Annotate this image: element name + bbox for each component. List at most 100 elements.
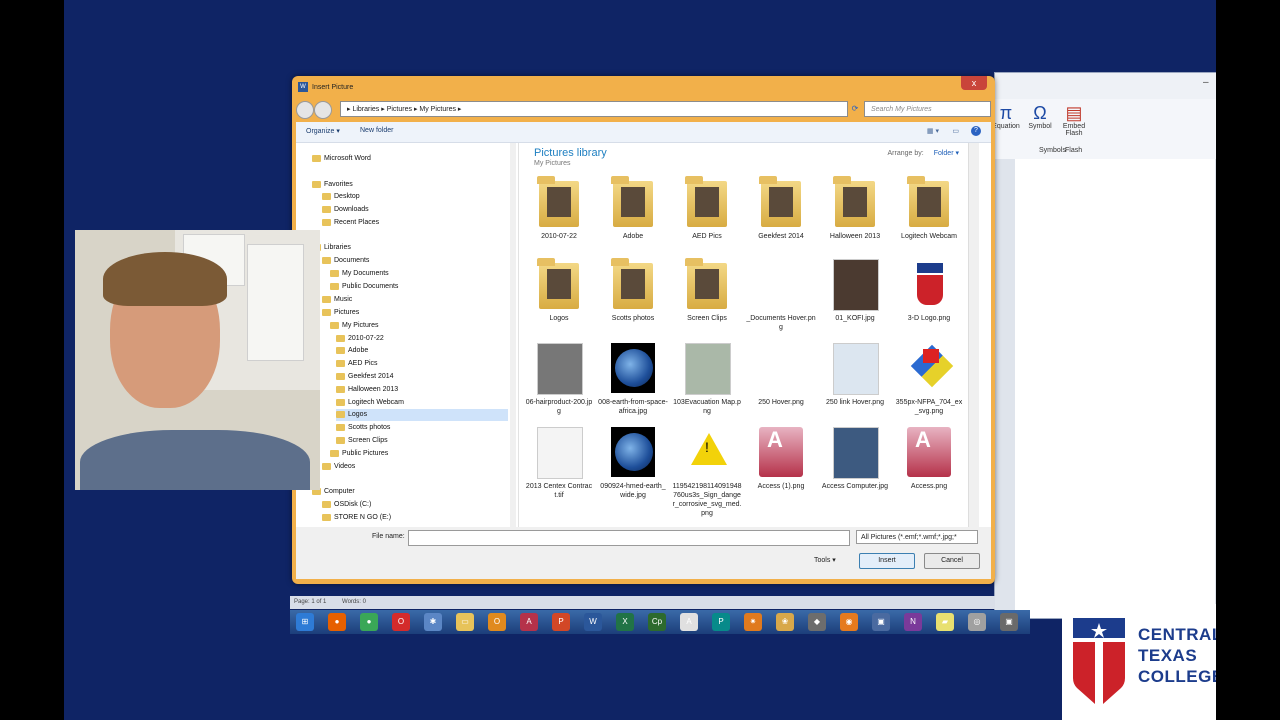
file-item[interactable]: ! 119542198114091948760us3s_Sign_danger_c… bbox=[672, 423, 742, 518]
file-item[interactable]: 2010-07-22 bbox=[524, 173, 594, 241]
nav-item[interactable]: Desktop bbox=[322, 191, 360, 203]
arrange-by: Arrange by: Folder ▾ bbox=[888, 149, 960, 157]
insert-button[interactable]: Insert bbox=[859, 553, 915, 569]
nav-item[interactable]: Public Pictures bbox=[330, 448, 388, 460]
close-button[interactable]: x bbox=[961, 76, 987, 90]
file-item[interactable]: 355px-NFPA_704_ex_svg.png bbox=[894, 339, 964, 416]
central-texas-college-logo: CENTRAL TEXAS COLLEGE bbox=[1062, 604, 1216, 720]
chrome-icon[interactable]: ● bbox=[360, 613, 378, 631]
organize-button[interactable]: Organize ▾ bbox=[306, 127, 340, 135]
dialog-titlebar: W Insert Picture bbox=[296, 79, 991, 97]
file-type-select[interactable]: All Pictures (*.emf;*.wmf;*.jpg;* bbox=[856, 530, 978, 544]
drive-icon bbox=[322, 500, 331, 508]
file-item[interactable]: _Documents Hover.png bbox=[746, 255, 816, 332]
nav-item[interactable]: Downloads bbox=[322, 204, 369, 216]
nav-item[interactable]: Scotts photos bbox=[336, 422, 390, 434]
outlook-icon[interactable]: O bbox=[488, 613, 506, 631]
nav-item[interactable]: My Documents bbox=[330, 268, 389, 280]
nav-item[interactable]: Halloween 2013 bbox=[336, 384, 398, 396]
file-item[interactable]: 2013 Centex Contract.tif bbox=[524, 423, 594, 500]
disc-icon[interactable]: ◎ bbox=[968, 613, 986, 631]
file-item[interactable]: Adobe bbox=[598, 173, 668, 241]
word-page[interactable] bbox=[1015, 159, 1215, 618]
nav-item[interactable]: Adobe bbox=[336, 345, 368, 357]
excel-icon[interactable]: X bbox=[616, 613, 634, 631]
file-item[interactable]: 3-D Logo.png bbox=[894, 255, 964, 323]
symbol-button[interactable]: Ω Symbol bbox=[1023, 103, 1057, 130]
nav-item[interactable]: Logitech Webcam bbox=[336, 397, 404, 409]
file-item[interactable]: 06-hairproduct-200.jpg bbox=[524, 339, 594, 416]
sticky-notes-icon[interactable]: ▰ bbox=[936, 613, 954, 631]
new-folder-button[interactable]: New folder bbox=[360, 127, 393, 134]
forward-button[interactable] bbox=[314, 101, 332, 119]
recorder-icon[interactable]: ▣ bbox=[1000, 613, 1018, 631]
start-orb-icon[interactable]: ⊞ bbox=[296, 613, 314, 631]
file-item[interactable]: AED Pics bbox=[672, 173, 742, 241]
breadcrumb[interactable]: ▸ Libraries ▸ Pictures ▸ My Pictures ▸ bbox=[340, 101, 848, 117]
acrobat-icon[interactable]: A bbox=[680, 613, 698, 631]
preview-pane-icon[interactable]: ▭ bbox=[952, 127, 959, 135]
nav-item[interactable]: STORE N GO (E:) bbox=[322, 512, 391, 524]
publisher-icon[interactable]: P bbox=[712, 613, 730, 631]
nav-item[interactable]: Microsoft Word bbox=[312, 153, 371, 165]
help-icon[interactable]: ? bbox=[971, 126, 981, 136]
cancel-button[interactable]: Cancel bbox=[924, 553, 980, 569]
file-item[interactable]: Logitech Webcam bbox=[894, 173, 964, 241]
file-item[interactable]: Geekfest 2014 bbox=[746, 173, 816, 241]
nav-item[interactable]: Public Documents bbox=[330, 281, 398, 293]
file-item[interactable]: Halloween 2013 bbox=[820, 173, 890, 241]
cat-icon[interactable]: ◆ bbox=[808, 613, 826, 631]
opera-icon[interactable]: O bbox=[392, 613, 410, 631]
nav-item[interactable]: AED Pics bbox=[336, 358, 378, 370]
settings-icon[interactable]: ✷ bbox=[744, 613, 762, 631]
file-item[interactable]: 250 Hover.png bbox=[746, 339, 816, 407]
flower-icon[interactable]: ❀ bbox=[776, 613, 794, 631]
nav-item[interactable]: Logos bbox=[336, 409, 508, 421]
nav-item[interactable]: Screen Clips bbox=[336, 435, 388, 447]
word-window-controls[interactable]: –□✕ bbox=[1203, 77, 1216, 88]
file-item[interactable]: Scotts photos bbox=[598, 255, 668, 323]
nav-item[interactable]: My Pictures bbox=[330, 320, 379, 332]
nav-item[interactable]: Music bbox=[322, 294, 352, 306]
file-item[interactable]: 103Evacuation Map.png bbox=[672, 339, 742, 416]
nav-item[interactable]: Pictures bbox=[322, 307, 359, 319]
nav-item[interactable]: Favorites bbox=[312, 179, 353, 191]
file-item[interactable]: A Access (1).png bbox=[746, 423, 816, 491]
blender-icon[interactable]: ◉ bbox=[840, 613, 858, 631]
onenote-icon[interactable]: N bbox=[904, 613, 922, 631]
access-icon[interactable]: A bbox=[520, 613, 538, 631]
nav-scrollbar[interactable] bbox=[510, 143, 516, 527]
word-icon[interactable]: W bbox=[584, 613, 602, 631]
tools-button[interactable]: Tools ▾ bbox=[814, 556, 836, 564]
refresh-icon[interactable]: ⟳ bbox=[848, 101, 862, 117]
nav-item[interactable]: Documents bbox=[322, 255, 369, 267]
presenter-icon[interactable]: ▣ bbox=[872, 613, 890, 631]
file-item[interactable]: 008-earth-from-space-africa.jpg bbox=[598, 339, 668, 416]
file-item[interactable]: Logos bbox=[524, 255, 594, 323]
file-item[interactable]: 090924-hmed-earth_wide.jpg bbox=[598, 423, 668, 500]
file-item-label: 250 Hover.png bbox=[758, 399, 804, 406]
file-item[interactable]: Screen Clips bbox=[672, 255, 742, 323]
back-button[interactable] bbox=[296, 101, 314, 119]
file-item[interactable]: 01_KOFI.jpg bbox=[820, 255, 890, 323]
explorer-icon[interactable]: ▭ bbox=[456, 613, 474, 631]
nav-item[interactable]: 2010-07-22 bbox=[336, 333, 384, 345]
nav-item[interactable]: OSDisk (C:) bbox=[322, 499, 371, 511]
network-icon[interactable]: ✱ bbox=[424, 613, 442, 631]
view-options-icon[interactable]: ▦ ▾ bbox=[927, 127, 939, 135]
file-item[interactable]: A Access.png bbox=[894, 423, 964, 491]
file-item[interactable]: 250 link Hover.png bbox=[820, 339, 890, 407]
arrange-dropdown[interactable]: Folder ▾ bbox=[934, 150, 959, 157]
embed-flash-button[interactable]: ▤ Embed Flash bbox=[1057, 103, 1091, 137]
file-view-scrollbar[interactable] bbox=[968, 143, 979, 527]
search-input[interactable]: Search My Pictures bbox=[864, 101, 991, 117]
nav-item[interactable]: Recent Places bbox=[322, 217, 379, 229]
captivate-icon[interactable]: Cp bbox=[648, 613, 666, 631]
nav-item[interactable]: Geekfest 2014 bbox=[336, 371, 394, 383]
firefox-icon[interactable]: ● bbox=[328, 613, 346, 631]
file-name-input[interactable] bbox=[408, 530, 850, 546]
file-item[interactable]: Access Computer.jpg bbox=[820, 423, 890, 491]
powerpoint-icon[interactable]: P bbox=[552, 613, 570, 631]
nav-item[interactable]: Videos bbox=[322, 461, 355, 473]
word-icon bbox=[312, 154, 321, 162]
